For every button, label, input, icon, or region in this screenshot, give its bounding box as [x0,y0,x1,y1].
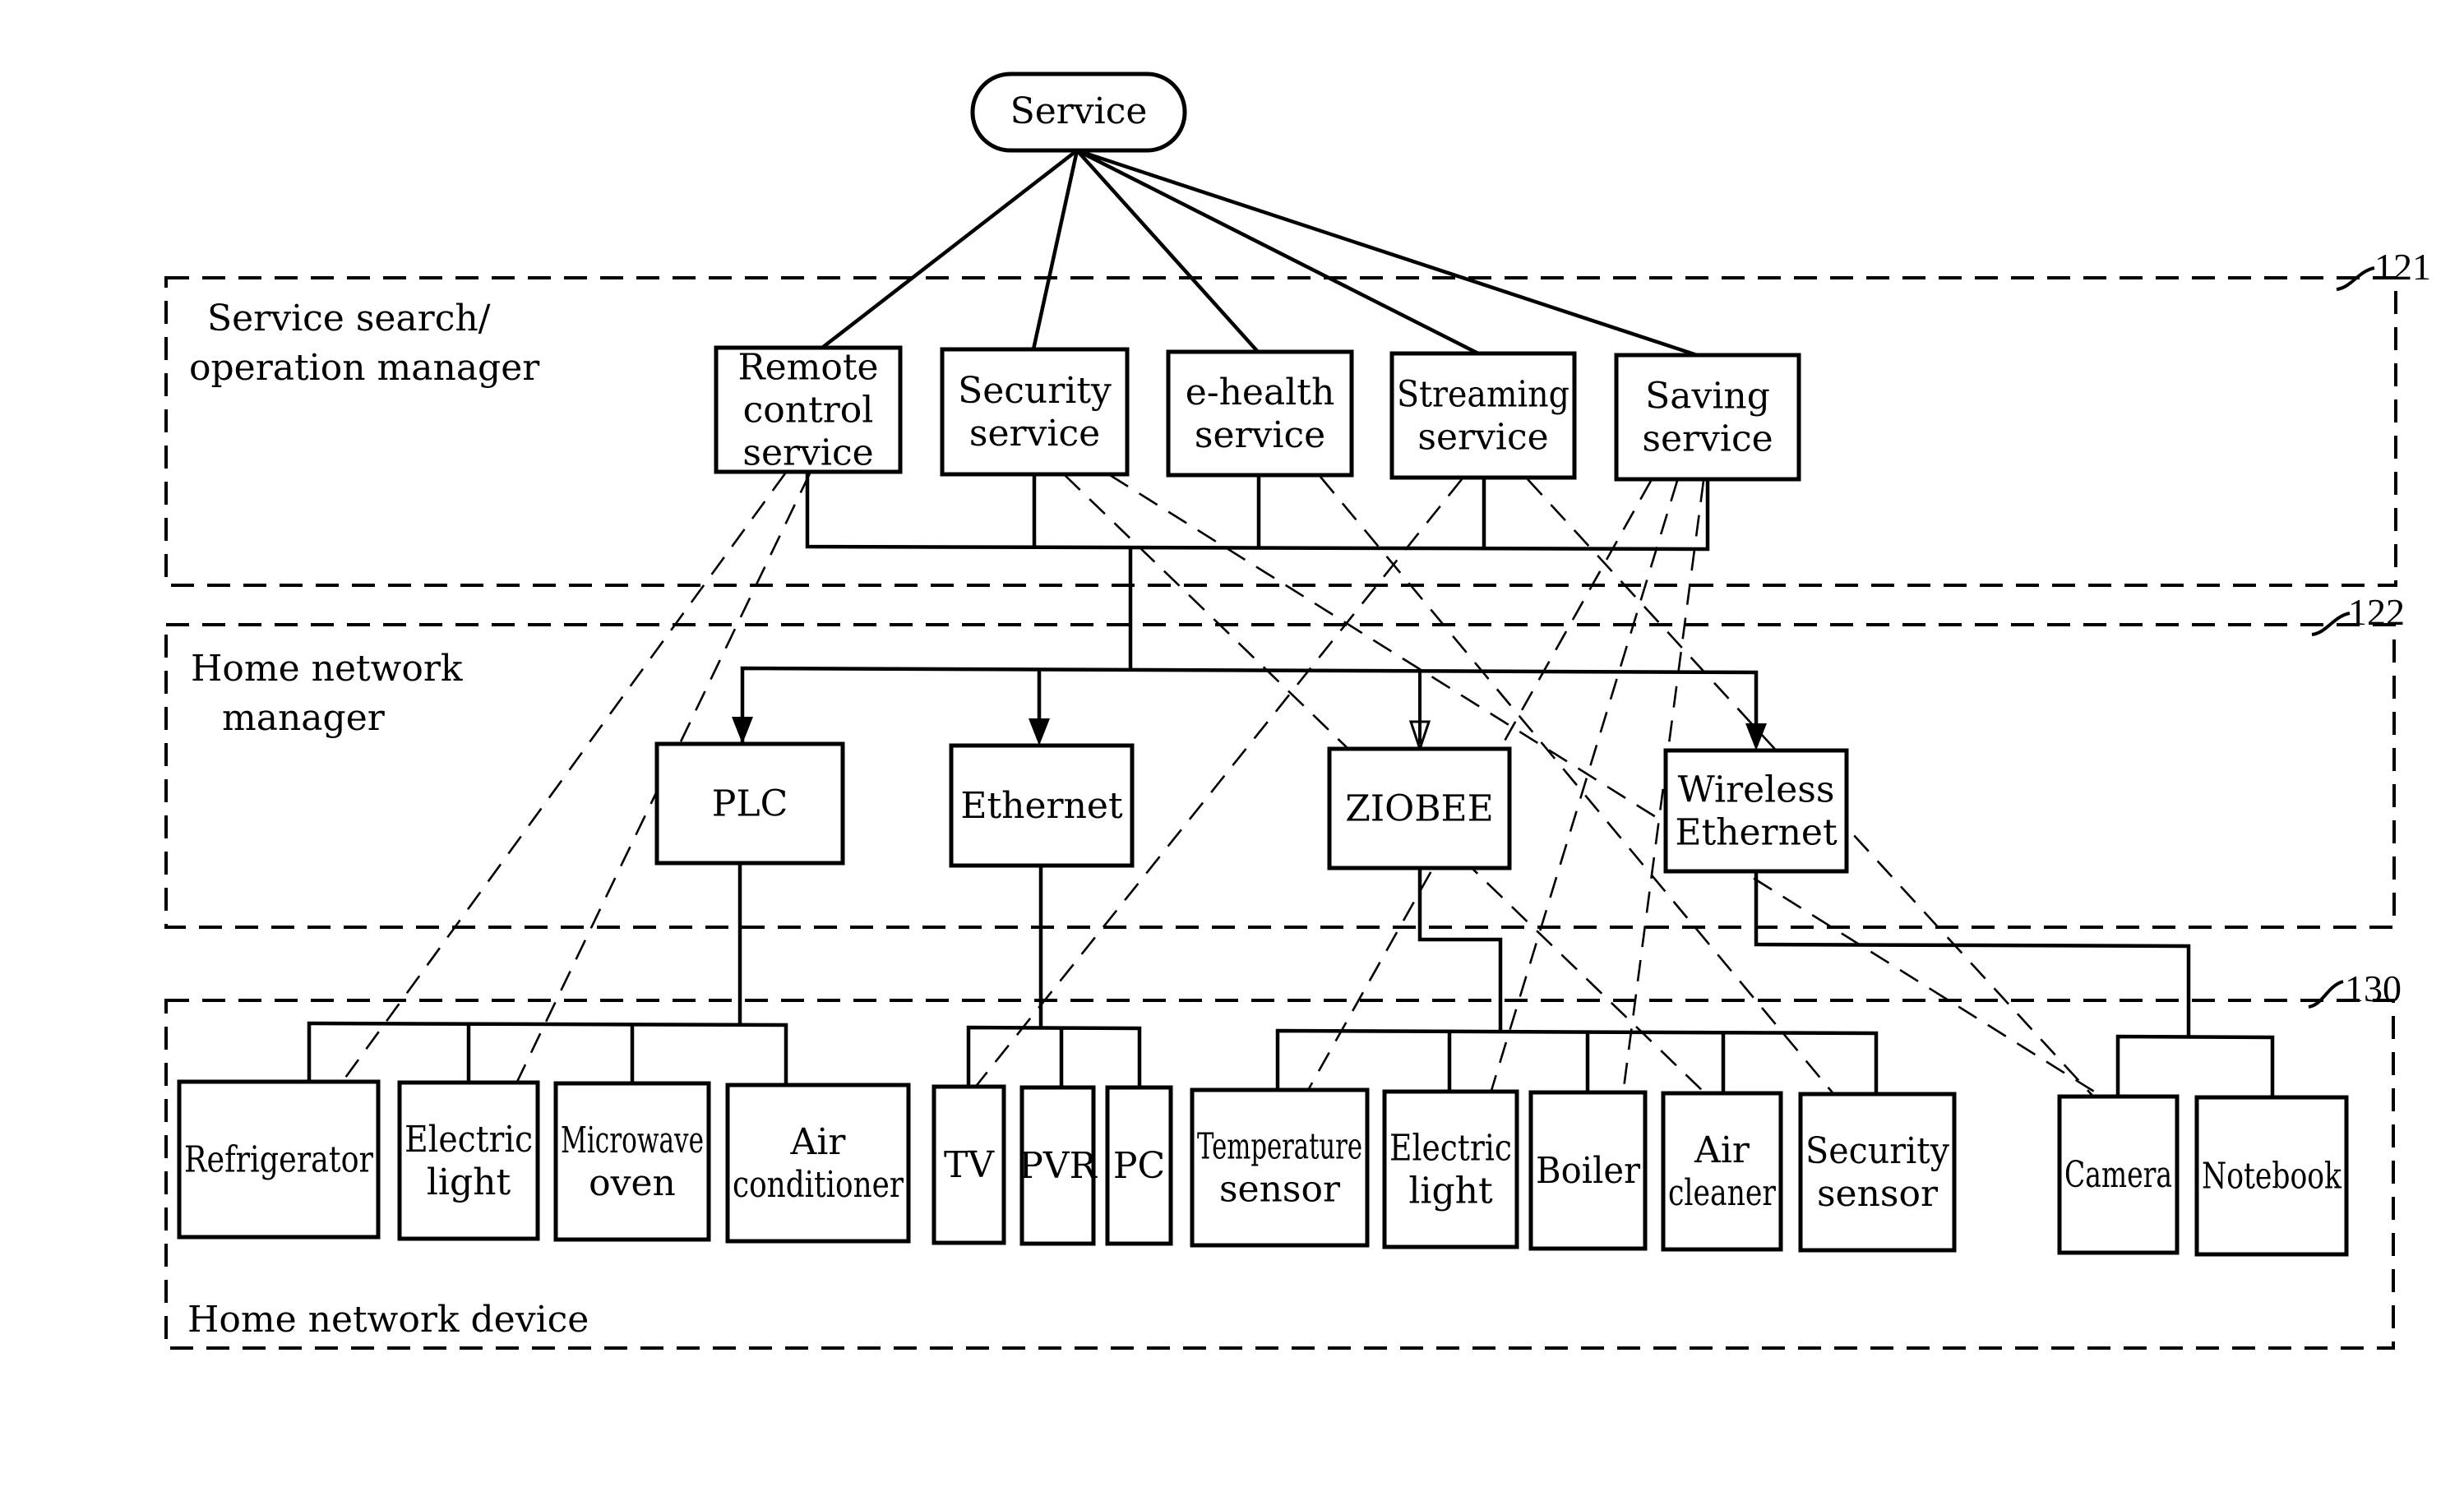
device-temperature-sensor[interactable]: Temperaturesensor [1190,1087,1370,1248]
device-electric-light-plc[interactable]: Electriclight [397,1080,540,1241]
device-label: Boiler [1536,1150,1641,1192]
device-label: Camera [2064,1154,2172,1196]
device-label: Notebook [2202,1156,2341,1198]
device-label: Electric [405,1119,533,1161]
device-box [553,1081,711,1242]
service-label: service [969,413,1100,455]
device-label: oven [589,1162,676,1204]
device-box [725,1083,911,1244]
device-label: light [427,1161,511,1203]
home-network-service-diagram: Service search/ operation manager 121 Ho… [164,72,2431,1350]
network-label: ZIOBEE [1345,788,1494,830]
device-label: Security [1805,1130,1949,1172]
device-pvr[interactable]: PVR [1019,1085,1098,1246]
device-air-conditioner[interactable]: Airconditioner [725,1083,911,1244]
reference-number: 130 [2345,967,2402,1009]
device-electric-light-ziobee[interactable]: Electriclight [1382,1089,1519,1249]
device-label: Microwave [561,1120,704,1161]
root-service-node[interactable]: Service [970,72,1187,153]
device-pc[interactable]: PC [1105,1085,1173,1246]
device-label: Electric [1389,1128,1512,1170]
service-label: e-health [1186,372,1335,413]
device-label: cleaner [1668,1172,1777,1214]
device-air-cleaner[interactable]: Aircleaner [1661,1091,1783,1252]
device-label: Refrigerator [184,1139,374,1181]
service-remote-control-service[interactable]: Remotecontrolservice [714,345,903,474]
service-label: control [743,390,874,432]
service-label: Remote [737,347,878,389]
device-label: conditioner [733,1164,904,1206]
link-security-service-to-camera [1109,473,2106,1100]
network-ethernet[interactable]: Ethernet [949,743,1135,868]
device-camera[interactable]: Camera [2057,1094,2180,1255]
device-box [1382,1089,1519,1249]
network-label: Ethernet [1675,812,1838,854]
arrow-head-icon [732,717,753,744]
network-wireless-ethernet[interactable]: WirelessEthernet [1663,748,1849,874]
service-label: service [1642,418,1773,460]
service-box [1389,351,1577,480]
arrow-head-icon [1029,718,1050,746]
device-label: PC [1113,1145,1165,1187]
service-label: Saving [1645,376,1770,418]
network-label: Wireless [1678,769,1835,811]
service-label: service [1417,417,1548,459]
reference-number: 122 [2348,591,2405,633]
network-plc[interactable]: PLC [654,741,845,866]
service-saving-service[interactable]: Savingservice [1614,353,1801,482]
service-box [1614,353,1801,482]
device-label: light [1408,1170,1493,1212]
region-label: Home network manager [191,648,474,739]
service-security-service[interactable]: Securityservice [940,347,1130,477]
service-box [1166,349,1354,478]
service-e-health-service[interactable]: e-healthservice [1166,349,1354,478]
device-label: sensor [1817,1173,1939,1215]
device-label: TV [944,1144,995,1186]
device-label: Temperature [1197,1126,1362,1168]
device-box [1190,1087,1370,1248]
service-label: service [742,432,873,474]
device-boiler[interactable]: Boiler [1528,1090,1648,1251]
device-microwave-oven[interactable]: Microwaveoven [553,1081,711,1242]
device-label: Air [1694,1129,1750,1171]
service-box [940,347,1130,477]
network-ziobee[interactable]: ZIOBEE [1327,746,1512,870]
device-security-sensor[interactable]: Securitysensor [1798,1092,1957,1253]
service-label: Security [958,370,1112,412]
device-label: Air [790,1121,847,1163]
device-refrigerator[interactable]: Refrigerator [177,1079,381,1240]
region-network-manager: Home network manager 122 [164,591,2405,929]
device-box [1798,1092,1957,1253]
service-label: Streaming [1397,374,1569,416]
region-label: Service search/ operation manager [189,298,540,389]
service-streaming-service[interactable]: Streamingservice [1389,351,1577,480]
device-box [397,1080,540,1241]
device-notebook[interactable]: Notebook [2194,1095,2349,1257]
device-box [1661,1091,1783,1252]
service-label: service [1195,414,1325,456]
nodes: RemotecontrolserviceSecurityservicee-hea… [177,345,2349,1257]
network-label: Ethernet [960,785,1123,827]
device-label: PVR [1019,1145,1098,1187]
device-label: sensor [1219,1169,1341,1211]
region-label: Home network device [187,1299,589,1341]
device-tv[interactable]: TV [932,1084,1006,1245]
network-label: PLC [712,783,788,825]
root-service-label: Service [1010,90,1148,132]
reference-number: 121 [2374,246,2431,288]
reference-leader-icon [2308,980,2344,1009]
